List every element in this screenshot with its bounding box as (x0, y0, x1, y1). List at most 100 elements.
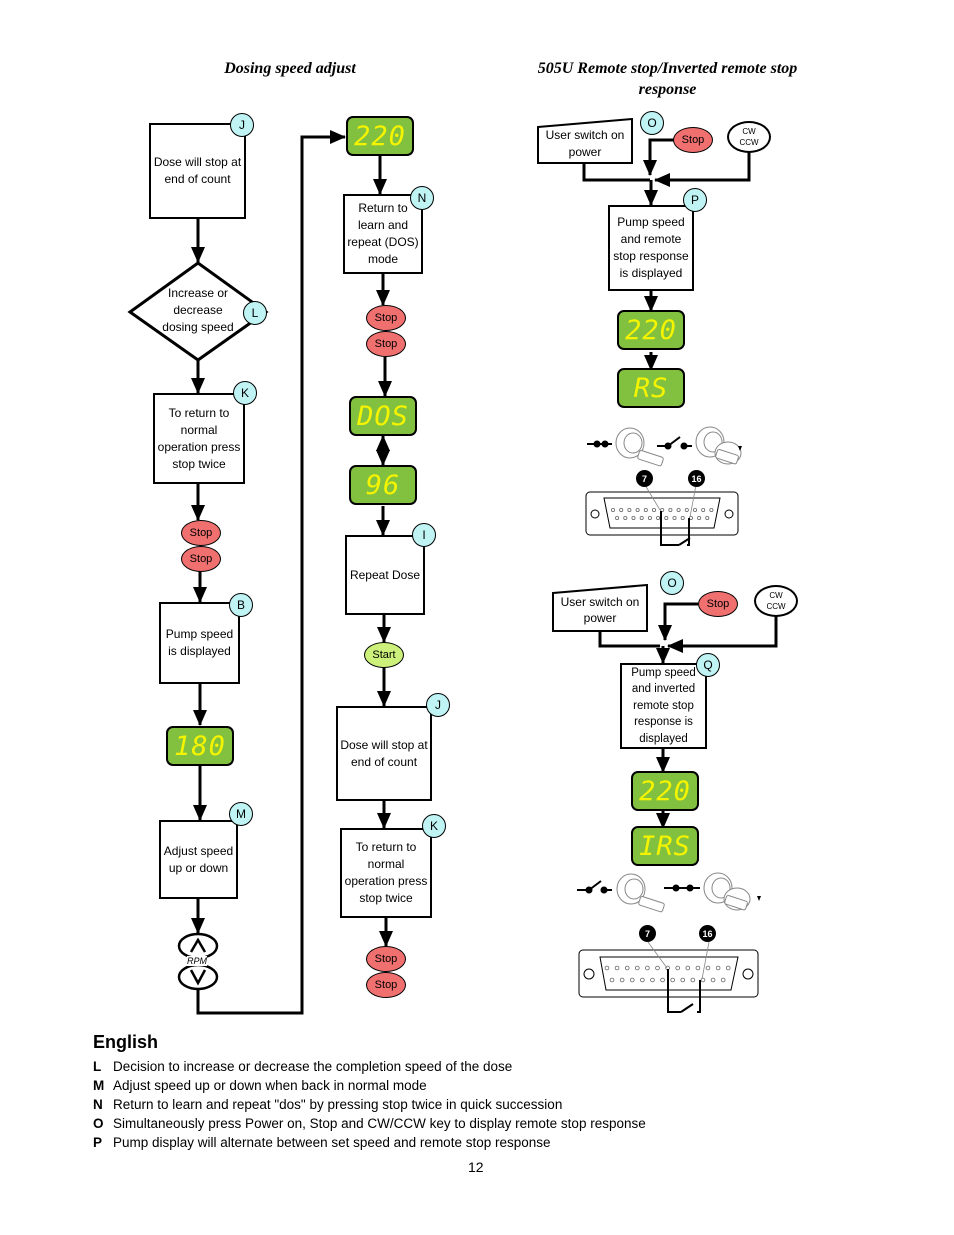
box-text: Pump speed and inverted remote stop resp… (631, 666, 696, 745)
lcd-display: 220 (631, 771, 699, 811)
legend-item: P Pump display will alternate between set… (93, 1133, 646, 1152)
legend-key: N (93, 1097, 103, 1112)
connector-pin (619, 507, 624, 512)
connector-pin (680, 516, 685, 521)
stop-button[interactable]: Stop (366, 305, 406, 331)
connector-pin (609, 977, 615, 983)
lcd-display: IRS (631, 826, 699, 866)
box-return-normal: To return to normal operation press stop… (153, 393, 245, 484)
connector-pin (668, 507, 673, 512)
connector-pin (634, 965, 640, 971)
connector-pin (680, 977, 686, 983)
stop-button[interactable]: Stop (181, 546, 221, 572)
stop-button[interactable]: Stop (366, 946, 406, 972)
box-text: To return to normal operation press stop… (344, 840, 428, 905)
stop-button[interactable]: Stop (366, 972, 406, 998)
rpm-label: RPM (187, 956, 207, 966)
switch-open-icon (657, 436, 692, 450)
connector-pin (695, 965, 701, 971)
connector-pin (705, 516, 710, 521)
ccw-label: CCW (739, 138, 759, 147)
step-label-j: J (426, 693, 450, 717)
knob-icon (615, 427, 664, 467)
knob-icon (616, 873, 665, 913)
connector-pin (672, 516, 677, 521)
box-text: To return to normal operation press stop… (157, 405, 241, 471)
connector-pin (684, 507, 689, 512)
lcd-display: 220 (346, 116, 414, 156)
legend-item: M Adjust speed up or down when back in no… (93, 1076, 646, 1095)
legend-item: N Return to learn and repeat "dos" by pre… (93, 1095, 646, 1114)
box-text: Return to learn and repeat (DOS) mode (347, 201, 419, 266)
connector-pin (693, 507, 698, 512)
connector-pin (709, 507, 714, 512)
connector-pin (627, 507, 632, 512)
step-label-k: K (233, 381, 257, 405)
decision-text: Increase or decrease dosing speed (162, 286, 234, 334)
lcd-display: 96 (349, 465, 417, 505)
step-label-n: N (410, 186, 434, 210)
step-label-j: J (230, 113, 254, 137)
rpm-up-button (177, 932, 219, 960)
stop-button[interactable]: Stop (673, 127, 713, 153)
connector-pin (675, 965, 680, 971)
connector-pin (656, 516, 661, 521)
stop-button[interactable]: Stop (181, 520, 221, 546)
connector-pin (705, 965, 711, 971)
cw-label: CW (742, 127, 756, 136)
connector-pin (676, 507, 681, 512)
box-dose-stop: Dose will stop at end of count (336, 706, 432, 801)
connector-pin (697, 516, 702, 521)
connector-pin (619, 977, 625, 983)
pin-badge-16: 16 (699, 925, 716, 942)
box-pump-inverted-stop: Pump speed and inverted remote stop resp… (620, 663, 707, 749)
stop-button[interactable]: Stop (698, 591, 738, 617)
connector-pin (670, 977, 675, 983)
connector-pin (624, 965, 630, 971)
legend-item: O Simultaneously press Power on, Stop and… (93, 1114, 646, 1133)
connector-pin (623, 516, 628, 521)
box-text: Dose will stop at end of count (153, 155, 242, 186)
pin-badge-16: 16 (688, 470, 705, 487)
connector-pin (631, 516, 636, 521)
box-text: Pump speed is displayed (165, 627, 234, 658)
box-text: Repeat Dose (349, 567, 421, 582)
connector-pin (710, 977, 716, 983)
legend: English L Decision to increase or decreas… (93, 1032, 646, 1152)
cw-ccw-button[interactable]: CW CCW (754, 585, 798, 617)
start-button[interactable]: Start (364, 642, 404, 668)
lcd-display: 180 (166, 726, 234, 766)
connector-pin (685, 965, 691, 971)
box-dose-stop: Dose will stop at end of count (149, 123, 246, 219)
connector-pin (614, 965, 620, 971)
lcd-display: 220 (617, 310, 685, 350)
step-label-o: O (660, 571, 684, 595)
connector-pin (655, 965, 660, 971)
connector-pin (645, 965, 650, 971)
switch-open-icon (577, 880, 612, 894)
box-adjust-speed: Adjust speed up or down (159, 820, 238, 899)
legend-text: Decision to increase or decrease the com… (113, 1059, 513, 1074)
cw-ccw-button[interactable]: CW CCW (727, 121, 771, 153)
connector-pin (635, 507, 640, 512)
user-switch-power[interactable]: User switch on power (537, 118, 633, 164)
user-switch-power[interactable]: User switch on power (552, 584, 648, 632)
connector-pin (650, 977, 655, 983)
box-pump-speed: Pump speed is displayed (159, 602, 240, 684)
rpm-down-button (177, 963, 219, 991)
box-repeat-dose: Repeat Dose (345, 535, 425, 615)
box-text: Pump speed and remote stop response is d… (613, 215, 689, 280)
connector-pin (640, 977, 645, 983)
step-label-p: P (683, 188, 707, 212)
legend-key: P (93, 1135, 103, 1150)
legend-item: L Decision to increase or decrease the co… (93, 1057, 646, 1076)
legend-key: M (93, 1078, 105, 1093)
step-label-o: O (640, 111, 664, 135)
connector-pin (647, 516, 652, 521)
connector-pin (639, 516, 644, 521)
box-text: Adjust speed up or down (163, 843, 234, 875)
step-label-k: K (422, 814, 446, 838)
box-pump-remote-stop: Pump speed and remote stop response is d… (608, 205, 694, 291)
lcd-display: DOS (349, 396, 417, 436)
stop-button[interactable]: Stop (366, 331, 406, 357)
